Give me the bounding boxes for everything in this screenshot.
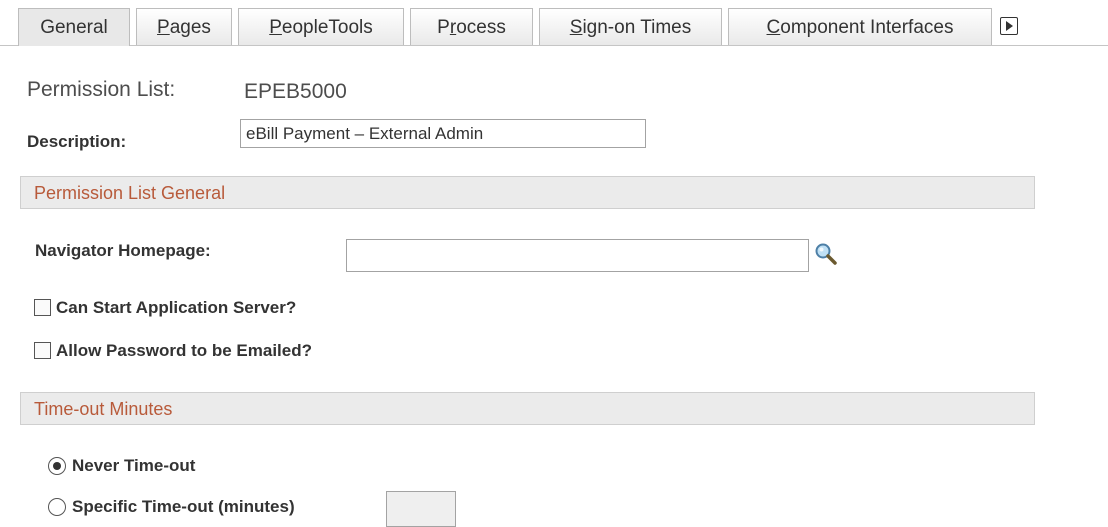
description-label: Description: [27, 132, 127, 151]
tab-sign-on-times-label: ign-on Times [582, 17, 692, 38]
section-permission-list-general: Permission List General [20, 176, 1035, 209]
description-input[interactable] [240, 119, 646, 148]
permission-list-label: Permission List: [27, 78, 176, 101]
can-start-app-server-checkbox[interactable] [34, 299, 51, 316]
tab-pages-label: ages [169, 17, 211, 38]
permission-list-value: EPEB5000 [244, 80, 347, 103]
tab-component-interfaces[interactable]: Component Interfaces [728, 8, 992, 45]
tab-general[interactable]: General [18, 8, 130, 46]
tab-component-interfaces-label: omponent Interfaces [780, 17, 954, 38]
next-tab-arrow-icon[interactable] [1000, 17, 1018, 35]
specific-time-out-radio[interactable] [48, 498, 66, 516]
tab-peopletools[interactable]: PeopleTools [238, 8, 404, 45]
section-time-out-minutes: Time-out Minutes [20, 392, 1035, 425]
allow-password-emailed-checkbox[interactable] [34, 342, 51, 359]
navigator-homepage-label: Navigator Homepage: [35, 241, 211, 260]
tab-general-label: General [40, 17, 108, 38]
tab-process[interactable]: Process [410, 8, 533, 45]
never-time-out-label: Never Time-out [72, 456, 196, 475]
specific-time-out-label: Specific Time-out (minutes) [72, 497, 295, 516]
can-start-app-server-label: Can Start Application Server? [56, 298, 297, 317]
tab-process-label: ocess [456, 17, 506, 38]
lookup-search-icon[interactable] [814, 242, 838, 266]
allow-password-emailed-label: Allow Password to be Emailed? [56, 341, 312, 360]
section-title-general: Permission List General [34, 183, 226, 203]
tab-bar: General Pages PeopleTools Process Sign-o… [0, 0, 1108, 46]
tab-pages-accel: P [157, 17, 170, 38]
tab-process-prefix: P [437, 17, 450, 38]
never-time-out-radio[interactable] [48, 457, 66, 475]
section-title-timeout: Time-out Minutes [34, 399, 173, 419]
tab-pages[interactable]: Pages [136, 8, 232, 45]
tab-peopletools-label: eopleTools [281, 17, 373, 38]
timeout-minutes-input[interactable] [386, 491, 456, 527]
tab-component-interfaces-accel: C [766, 17, 781, 38]
tab-sign-on-times[interactable]: Sign-on Times [539, 8, 722, 45]
navigator-homepage-input[interactable] [346, 239, 809, 272]
tab-peopletools-accel: P [269, 17, 282, 38]
tab-sign-on-times-accel: S [569, 17, 583, 38]
